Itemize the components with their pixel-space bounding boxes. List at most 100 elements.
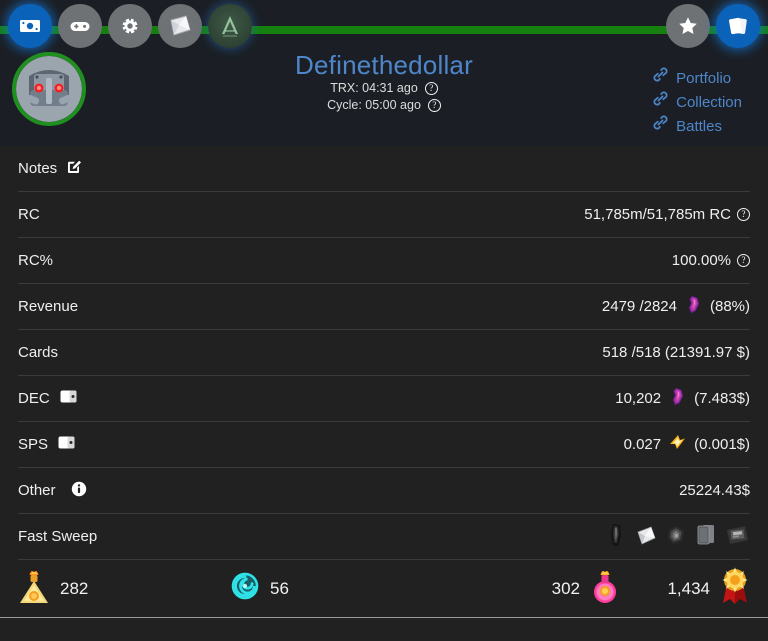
- revenue-label: Revenue: [18, 298, 79, 315]
- row-label: Other: [18, 481, 87, 501]
- row-label: Cards: [18, 344, 58, 361]
- cards-value: 518 /518 (21391.97 $): [602, 344, 750, 361]
- link-battles[interactable]: Battles: [652, 114, 742, 138]
- info-icon[interactable]: [71, 481, 87, 501]
- row-value: 25224.43$: [679, 482, 750, 499]
- link-collection-label: Collection: [676, 93, 742, 111]
- sps-label: SPS: [18, 436, 49, 453]
- page-header: Definethedollar TRX: 04:31 ago ? Cycle: …: [0, 0, 768, 146]
- table-row-sps: SPS 0.027 (0.001$): [18, 422, 750, 468]
- stats-table: Notes RC 51,785m/51,785m RC ? RC% 100.00…: [0, 146, 768, 560]
- nav-settings-button[interactable]: [108, 4, 152, 48]
- star-icon: [676, 14, 700, 38]
- row-value: 2479 /2824 (88%): [602, 294, 750, 319]
- primary-nav: [8, 4, 252, 48]
- rc-label: RC: [18, 206, 40, 223]
- stat-gold-medal: 1,434: [620, 566, 750, 611]
- rc-percent-help-icon[interactable]: ?: [737, 254, 750, 267]
- row-label: DEC: [18, 388, 78, 409]
- stat-gold-potion: 282: [18, 567, 230, 610]
- dec-value: 10,202: [615, 390, 662, 407]
- rc-percent-value: 100.00%: [671, 252, 731, 269]
- table-row-other: Other 25224.43$: [18, 468, 750, 514]
- row-label: RC: [18, 206, 40, 223]
- gear-icon: [118, 14, 142, 38]
- table-row-revenue: Revenue 2479 /2824 (88%): [18, 284, 750, 330]
- resource-stats-bar: 282 56 302 1,434: [0, 560, 768, 618]
- stat-teal-spiral: 56: [230, 571, 420, 606]
- dec-suffix: (7.483$): [694, 390, 750, 407]
- link-portfolio[interactable]: Portfolio: [652, 66, 742, 90]
- link-portfolio-label: Portfolio: [676, 69, 732, 87]
- revenue-suffix: (88%): [709, 298, 750, 315]
- row-label: Revenue: [18, 298, 78, 315]
- row-label: RC%: [18, 252, 53, 269]
- secondary-nav: [666, 4, 760, 48]
- other-label: Other: [18, 482, 56, 499]
- table-row-rc-percent: RC% 100.00% ?: [18, 238, 750, 284]
- trx-help-icon[interactable]: ?: [424, 82, 438, 95]
- nav-archon-button[interactable]: [208, 4, 252, 48]
- gold-medal-icon: [720, 566, 750, 611]
- row-value: 51,785m/51,785m RC ?: [584, 206, 750, 223]
- fast-sweep-icons: [606, 522, 750, 552]
- link-battles-label: Battles: [676, 117, 722, 135]
- table-row-fast-sweep: Fast Sweep: [18, 514, 750, 560]
- edit-icon[interactable]: [66, 158, 83, 179]
- table-row-notes[interactable]: Notes: [18, 146, 750, 192]
- gold-potion-icon: [18, 567, 50, 610]
- sps-value: 0.027: [623, 436, 662, 453]
- nav-favorites-button[interactable]: [666, 4, 710, 48]
- sweep-item-4-icon[interactable]: [694, 522, 718, 552]
- sps-bolt-icon: [667, 432, 688, 457]
- sweep-item-1-icon[interactable]: [606, 522, 628, 552]
- nav-money-button[interactable]: [8, 4, 52, 48]
- row-value: 518 /518 (21391.97 $): [602, 344, 750, 361]
- stat-gold-medal-value: 1,434: [667, 578, 710, 598]
- notes-label: Notes: [18, 160, 58, 177]
- row-value: 10,202 (7.483$): [615, 386, 750, 411]
- deck-icon: [725, 13, 751, 39]
- nav-deck-button[interactable]: [716, 4, 760, 48]
- stat-teal-spiral-value: 56: [270, 578, 289, 598]
- row-value: 0.027 (0.001$): [624, 432, 750, 457]
- cycle-text: Cycle: 05:00 ago: [327, 98, 421, 112]
- stat-gold-potion-value: 282: [60, 578, 89, 598]
- dec-crystal-icon: [683, 294, 704, 319]
- dec-crystal-icon: [667, 386, 688, 411]
- wallet-icon[interactable]: [59, 388, 78, 409]
- rc-percent-label: RC%: [18, 252, 54, 269]
- teal-spiral-icon: [230, 571, 260, 606]
- cycle-help-icon[interactable]: ?: [427, 99, 441, 112]
- dec-label: DEC: [18, 390, 50, 407]
- table-row-cards: Cards 518 /518 (21391.97 $): [18, 330, 750, 376]
- table-row-dec: DEC 10,202 (7.483$): [18, 376, 750, 422]
- gamepad-icon: [68, 14, 92, 38]
- archon-logo-icon: [216, 12, 244, 40]
- money-icon: [18, 14, 42, 38]
- cards-label: Cards: [18, 344, 59, 361]
- revenue-value: 2479 /2824: [601, 298, 677, 315]
- wallet-icon[interactable]: [57, 434, 76, 455]
- sweep-item-3-icon[interactable]: [664, 523, 688, 551]
- rc-value: 51,785m/51,785m RC: [584, 206, 731, 223]
- row-label: SPS: [18, 434, 76, 455]
- table-row-rc: RC 51,785m/51,785m RC ?: [18, 192, 750, 238]
- sps-suffix: (0.001$): [694, 436, 750, 453]
- cards-pack-icon: [166, 12, 194, 40]
- fast-sweep-label: Fast Sweep: [18, 528, 98, 545]
- nav-game-button[interactable]: [58, 4, 102, 48]
- link-icon: [652, 90, 669, 114]
- pink-potion-icon: [590, 567, 620, 610]
- nav-packs-button[interactable]: [158, 4, 202, 48]
- link-collection[interactable]: Collection: [652, 90, 742, 114]
- row-label: Fast Sweep: [18, 528, 97, 545]
- sweep-item-5-icon[interactable]: [724, 523, 750, 551]
- link-icon: [652, 66, 669, 90]
- other-value: 25224.43$: [679, 482, 750, 499]
- rc-help-icon[interactable]: ?: [737, 208, 750, 221]
- sweep-item-2-icon[interactable]: [634, 523, 658, 551]
- row-label: Notes: [18, 158, 83, 179]
- stat-pink-potion: 302: [420, 567, 620, 610]
- stat-pink-potion-value: 302: [551, 578, 580, 598]
